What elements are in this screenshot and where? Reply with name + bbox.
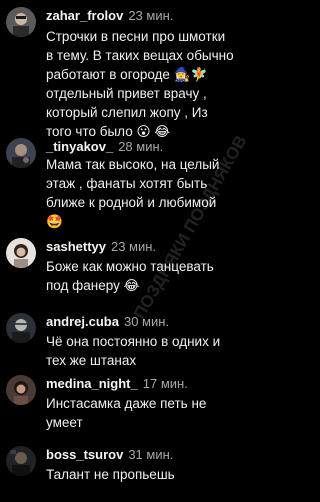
comment-line: умеет: [46, 415, 83, 430]
comment-text: Талант не пропьешь: [46, 465, 251, 484]
comment-line: Мама так высоко, на целый: [46, 157, 220, 172]
username[interactable]: zahar_frolov: [46, 8, 123, 23]
timestamp: 31 мин.: [128, 447, 174, 462]
comment-header: boss_tsurov 31 мин.: [46, 447, 173, 463]
comment-line: работают в огороде 🧙‍♀️🧚: [46, 67, 208, 82]
username[interactable]: _tinyakov_: [46, 139, 113, 154]
comment-text: Мама так высоко, на целый этаж , фанаты …: [46, 155, 251, 231]
username[interactable]: sashettyy: [46, 239, 106, 254]
comment-line: Талант не пропьешь: [46, 467, 175, 482]
comment-header: andrej.cuba 30 мин.: [46, 314, 169, 330]
comment-header: medina_night_ 17 мин.: [46, 376, 188, 392]
username[interactable]: boss_tsurov: [46, 447, 123, 462]
comment-line: отдельный привет врачу ,: [46, 86, 207, 101]
avatar[interactable]: [6, 446, 36, 476]
comment-line: который слепил жопу , Из: [46, 105, 208, 120]
timestamp: 30 мин.: [123, 314, 170, 329]
comment-header: _tinyakov_ 28 мин.: [46, 139, 163, 155]
comment-text: Чё она постоянно в одних и тех же штанах: [46, 332, 251, 370]
comment-line: 🤩: [46, 214, 63, 229]
timestamp: 17 мин.: [142, 376, 188, 391]
comment-line: ближе к родной и любимой: [46, 195, 217, 210]
comment-line: Инстасамка даже петь не: [46, 396, 207, 411]
timestamp: 28 мин.: [118, 139, 164, 154]
comment-text: Боже как можно танцевать под фанеру 😂: [46, 257, 251, 295]
avatar[interactable]: [6, 313, 36, 343]
comment-line: тех же штанах: [46, 353, 137, 368]
comment-line: Чё она постоянно в одних и: [46, 334, 221, 349]
timestamp: 23 мин.: [128, 8, 174, 23]
comment-line: под фанеру 😂: [46, 278, 140, 293]
comment-header: sashettyy 23 мин.: [46, 239, 156, 255]
username[interactable]: andrej.cuba: [46, 314, 119, 329]
timestamp: 23 мин.: [110, 239, 157, 254]
comment-text: Строчки в песни про шмотки в тему. В так…: [46, 27, 251, 141]
comment-line: Строчки в песни про шмотки: [46, 29, 226, 44]
comment-header: zahar_frolov 23 мин.: [46, 8, 173, 24]
comment-line: в тему. В таких вещах обычно: [46, 48, 234, 63]
avatar[interactable]: [6, 375, 36, 405]
username[interactable]: medina_night_: [46, 376, 138, 391]
comment-text: Инстасамка даже петь не умеет: [46, 394, 251, 432]
avatar[interactable]: [6, 238, 36, 268]
avatar[interactable]: [6, 7, 36, 37]
comment-line: Боже как можно танцевать: [46, 259, 214, 274]
comment-line: этаж , фанаты хотят быть: [46, 176, 208, 191]
avatar[interactable]: [6, 138, 36, 168]
